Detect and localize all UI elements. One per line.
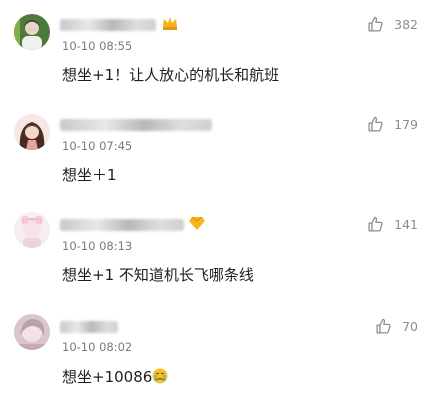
thumbs-up-icon <box>376 318 391 334</box>
gem-icon <box>189 215 206 235</box>
thumbs-up-icon <box>368 116 383 132</box>
username[interactable] <box>60 214 206 231</box>
comment-item: 10-10 08:02 想坐+10086 70 <box>0 304 430 408</box>
comment-timestamp: 10-10 08:02 <box>62 340 133 354</box>
thumbs-up-icon <box>368 16 383 32</box>
avatar[interactable] <box>14 212 50 248</box>
comment-text: 想坐＋1 <box>62 166 117 184</box>
username[interactable] <box>60 114 212 131</box>
like-button[interactable]: 179 <box>367 115 418 133</box>
thumbs-up-icon <box>368 216 383 232</box>
username[interactable] <box>60 14 179 31</box>
comment-timestamp: 10-10 08:13 <box>62 239 133 253</box>
avatar[interactable] <box>14 314 50 350</box>
username[interactable] <box>60 316 118 333</box>
like-count: 382 <box>394 16 418 32</box>
comment-timestamp: 10-10 07:45 <box>62 139 133 153</box>
comment-item: 10-10 08:55 想坐+1！让人放心的机长和航班 382 <box>0 0 430 100</box>
comment-text: 想坐+10086 <box>62 366 168 388</box>
comment-text-content: 想坐+10086 <box>62 368 153 386</box>
like-button[interactable]: 382 <box>367 15 418 33</box>
comment-item: 10-10 07:45 想坐＋1 179 <box>0 100 430 200</box>
like-count: 141 <box>394 216 418 232</box>
comment-timestamp: 10-10 08:55 <box>62 39 133 53</box>
like-button[interactable]: 141 <box>367 215 418 233</box>
comment-text: 想坐+1！让人放心的机长和航班 <box>62 66 280 84</box>
crying-face-icon <box>152 368 168 388</box>
crown-icon <box>161 15 179 35</box>
comment-item: 10-10 08:13 想坐+1 不知道机长飞哪条线 141 <box>0 200 430 300</box>
comment-text: 想坐+1 不知道机长飞哪条线 <box>62 266 254 284</box>
avatar[interactable] <box>14 114 50 150</box>
like-button[interactable]: 70 <box>375 317 418 335</box>
avatar[interactable] <box>14 14 50 50</box>
like-count: 70 <box>402 318 418 334</box>
like-count: 179 <box>394 116 418 132</box>
